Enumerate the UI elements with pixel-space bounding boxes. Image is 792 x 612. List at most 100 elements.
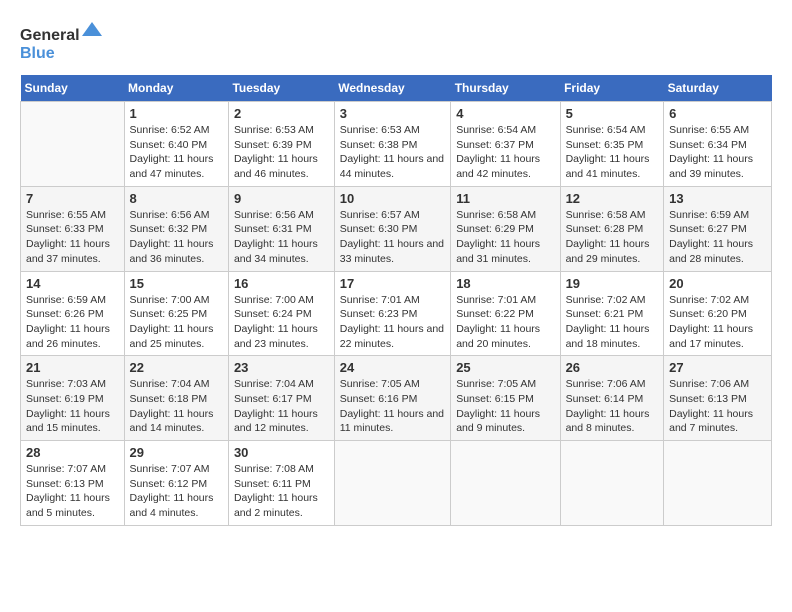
calendar-cell: 11 Sunrise: 6:58 AMSunset: 6:29 PMDayligh… xyxy=(451,186,560,271)
day-number: 26 xyxy=(566,360,659,375)
day-info: Sunrise: 6:55 AMSunset: 6:34 PMDaylight:… xyxy=(669,123,766,182)
week-row-3: 14 Sunrise: 6:59 AMSunset: 6:26 PMDayligh… xyxy=(21,271,772,356)
day-info: Sunrise: 6:53 AMSunset: 6:38 PMDaylight:… xyxy=(340,123,445,182)
day-info: Sunrise: 7:06 AMSunset: 6:14 PMDaylight:… xyxy=(566,377,659,436)
day-number: 17 xyxy=(340,276,445,291)
week-row-1: 1 Sunrise: 6:52 AMSunset: 6:40 PMDaylight… xyxy=(21,102,772,187)
day-number: 19 xyxy=(566,276,659,291)
day-number: 7 xyxy=(26,191,119,206)
calendar-cell: 6Sunrise: 6:55 AMSunset: 6:34 PMDaylight… xyxy=(664,102,772,187)
calendar-cell: 2 Sunrise: 6:53 AMSunset: 6:39 PMDaylight… xyxy=(228,102,334,187)
day-number: 23 xyxy=(234,360,329,375)
day-number: 27 xyxy=(669,360,766,375)
logo-svg: General Blue xyxy=(20,20,120,65)
calendar-cell xyxy=(334,441,450,526)
day-info: Sunrise: 6:55 AMSunset: 6:33 PMDaylight:… xyxy=(26,208,119,267)
page-header: General Blue xyxy=(20,20,772,65)
calendar-cell: 16 Sunrise: 7:00 AMSunset: 6:24 PMDayligh… xyxy=(228,271,334,356)
calendar-cell: 20 Sunrise: 7:02 AMSunset: 6:20 PMDayligh… xyxy=(664,271,772,356)
calendar-cell: 3Sunrise: 6:53 AMSunset: 6:38 PMDaylight… xyxy=(334,102,450,187)
calendar-table: SundayMondayTuesdayWednesdayThursdayFrid… xyxy=(20,75,772,526)
svg-text:General: General xyxy=(20,27,80,44)
calendar-cell: 25Sunrise: 7:05 AMSunset: 6:15 PMDayligh… xyxy=(451,356,560,441)
col-header-sunday: Sunday xyxy=(21,75,125,102)
calendar-cell xyxy=(664,441,772,526)
week-row-2: 7 Sunrise: 6:55 AMSunset: 6:33 PMDaylight… xyxy=(21,186,772,271)
day-info: Sunrise: 6:52 AMSunset: 6:40 PMDaylight:… xyxy=(130,123,223,182)
calendar-cell: 7 Sunrise: 6:55 AMSunset: 6:33 PMDaylight… xyxy=(21,186,125,271)
day-number: 13 xyxy=(669,191,766,206)
week-row-5: 28 Sunrise: 7:07 AMSunset: 6:13 PMDayligh… xyxy=(21,441,772,526)
day-info: Sunrise: 6:58 AMSunset: 6:28 PMDaylight:… xyxy=(566,208,659,267)
day-number: 8 xyxy=(130,191,223,206)
calendar-cell: 27Sunrise: 7:06 AMSunset: 6:13 PMDayligh… xyxy=(664,356,772,441)
svg-text:Blue: Blue xyxy=(20,45,55,62)
day-number: 24 xyxy=(340,360,445,375)
day-number: 12 xyxy=(566,191,659,206)
calendar-cell: 26 Sunrise: 7:06 AMSunset: 6:14 PMDayligh… xyxy=(560,356,664,441)
day-info: Sunrise: 6:57 AMSunset: 6:30 PMDaylight:… xyxy=(340,208,445,267)
day-info: Sunrise: 7:01 AMSunset: 6:23 PMDaylight:… xyxy=(340,293,445,352)
day-info: Sunrise: 6:58 AMSunset: 6:29 PMDaylight:… xyxy=(456,208,554,267)
calendar-cell xyxy=(560,441,664,526)
day-number: 9 xyxy=(234,191,329,206)
day-number: 16 xyxy=(234,276,329,291)
calendar-cell: 1 Sunrise: 6:52 AMSunset: 6:40 PMDaylight… xyxy=(124,102,228,187)
day-number: 15 xyxy=(130,276,223,291)
day-info: Sunrise: 6:59 AMSunset: 6:26 PMDaylight:… xyxy=(26,293,119,352)
calendar-cell: 12 Sunrise: 6:58 AMSunset: 6:28 PMDayligh… xyxy=(560,186,664,271)
calendar-cell: 14 Sunrise: 6:59 AMSunset: 6:26 PMDayligh… xyxy=(21,271,125,356)
day-info: Sunrise: 6:56 AMSunset: 6:31 PMDaylight:… xyxy=(234,208,329,267)
day-number: 28 xyxy=(26,445,119,460)
day-number: 20 xyxy=(669,276,766,291)
day-info: Sunrise: 6:56 AMSunset: 6:32 PMDaylight:… xyxy=(130,208,223,267)
day-info: Sunrise: 7:00 AMSunset: 6:24 PMDaylight:… xyxy=(234,293,329,352)
day-info: Sunrise: 7:07 AMSunset: 6:13 PMDaylight:… xyxy=(26,462,119,521)
header-row: SundayMondayTuesdayWednesdayThursdayFrid… xyxy=(21,75,772,102)
calendar-cell: 24 Sunrise: 7:05 AMSunset: 6:16 PMDayligh… xyxy=(334,356,450,441)
day-info: Sunrise: 7:00 AMSunset: 6:25 PMDaylight:… xyxy=(130,293,223,352)
day-info: Sunrise: 7:07 AMSunset: 6:12 PMDaylight:… xyxy=(130,462,223,521)
day-number: 22 xyxy=(130,360,223,375)
week-row-4: 21 Sunrise: 7:03 AMSunset: 6:19 PMDayligh… xyxy=(21,356,772,441)
calendar-cell: 15 Sunrise: 7:00 AMSunset: 6:25 PMDayligh… xyxy=(124,271,228,356)
day-info: Sunrise: 6:54 AMSunset: 6:35 PMDaylight:… xyxy=(566,123,659,182)
col-header-tuesday: Tuesday xyxy=(228,75,334,102)
day-number: 11 xyxy=(456,191,554,206)
calendar-cell: 21 Sunrise: 7:03 AMSunset: 6:19 PMDayligh… xyxy=(21,356,125,441)
calendar-cell: 22Sunrise: 7:04 AMSunset: 6:18 PMDayligh… xyxy=(124,356,228,441)
day-number: 4 xyxy=(456,106,554,121)
day-info: Sunrise: 7:05 AMSunset: 6:15 PMDaylight:… xyxy=(456,377,554,436)
day-info: Sunrise: 7:03 AMSunset: 6:19 PMDaylight:… xyxy=(26,377,119,436)
day-info: Sunrise: 7:02 AMSunset: 6:20 PMDaylight:… xyxy=(669,293,766,352)
day-number: 2 xyxy=(234,106,329,121)
day-number: 10 xyxy=(340,191,445,206)
day-number: 1 xyxy=(130,106,223,121)
calendar-cell xyxy=(21,102,125,187)
calendar-cell: 30Sunrise: 7:08 AMSunset: 6:11 PMDayligh… xyxy=(228,441,334,526)
col-header-saturday: Saturday xyxy=(664,75,772,102)
day-info: Sunrise: 7:05 AMSunset: 6:16 PMDaylight:… xyxy=(340,377,445,436)
day-info: Sunrise: 7:02 AMSunset: 6:21 PMDaylight:… xyxy=(566,293,659,352)
calendar-cell: 23 Sunrise: 7:04 AMSunset: 6:17 PMDayligh… xyxy=(228,356,334,441)
day-number: 29 xyxy=(130,445,223,460)
day-number: 30 xyxy=(234,445,329,460)
day-info: Sunrise: 6:53 AMSunset: 6:39 PMDaylight:… xyxy=(234,123,329,182)
col-header-wednesday: Wednesday xyxy=(334,75,450,102)
calendar-cell: 17 Sunrise: 7:01 AMSunset: 6:23 PMDayligh… xyxy=(334,271,450,356)
day-info: Sunrise: 7:04 AMSunset: 6:17 PMDaylight:… xyxy=(234,377,329,436)
calendar-cell: 8 Sunrise: 6:56 AMSunset: 6:32 PMDaylight… xyxy=(124,186,228,271)
calendar-cell: 19 Sunrise: 7:02 AMSunset: 6:21 PMDayligh… xyxy=(560,271,664,356)
col-header-friday: Friday xyxy=(560,75,664,102)
day-number: 18 xyxy=(456,276,554,291)
day-number: 21 xyxy=(26,360,119,375)
day-number: 14 xyxy=(26,276,119,291)
day-number: 5 xyxy=(566,106,659,121)
calendar-cell: 4Sunrise: 6:54 AMSunset: 6:37 PMDaylight… xyxy=(451,102,560,187)
calendar-cell xyxy=(451,441,560,526)
calendar-cell: 10 Sunrise: 6:57 AMSunset: 6:30 PMDayligh… xyxy=(334,186,450,271)
calendar-cell: 5 Sunrise: 6:54 AMSunset: 6:35 PMDaylight… xyxy=(560,102,664,187)
day-info: Sunrise: 6:59 AMSunset: 6:27 PMDaylight:… xyxy=(669,208,766,267)
calendar-cell: 13 Sunrise: 6:59 AMSunset: 6:27 PMDayligh… xyxy=(664,186,772,271)
calendar-cell: 28 Sunrise: 7:07 AMSunset: 6:13 PMDayligh… xyxy=(21,441,125,526)
